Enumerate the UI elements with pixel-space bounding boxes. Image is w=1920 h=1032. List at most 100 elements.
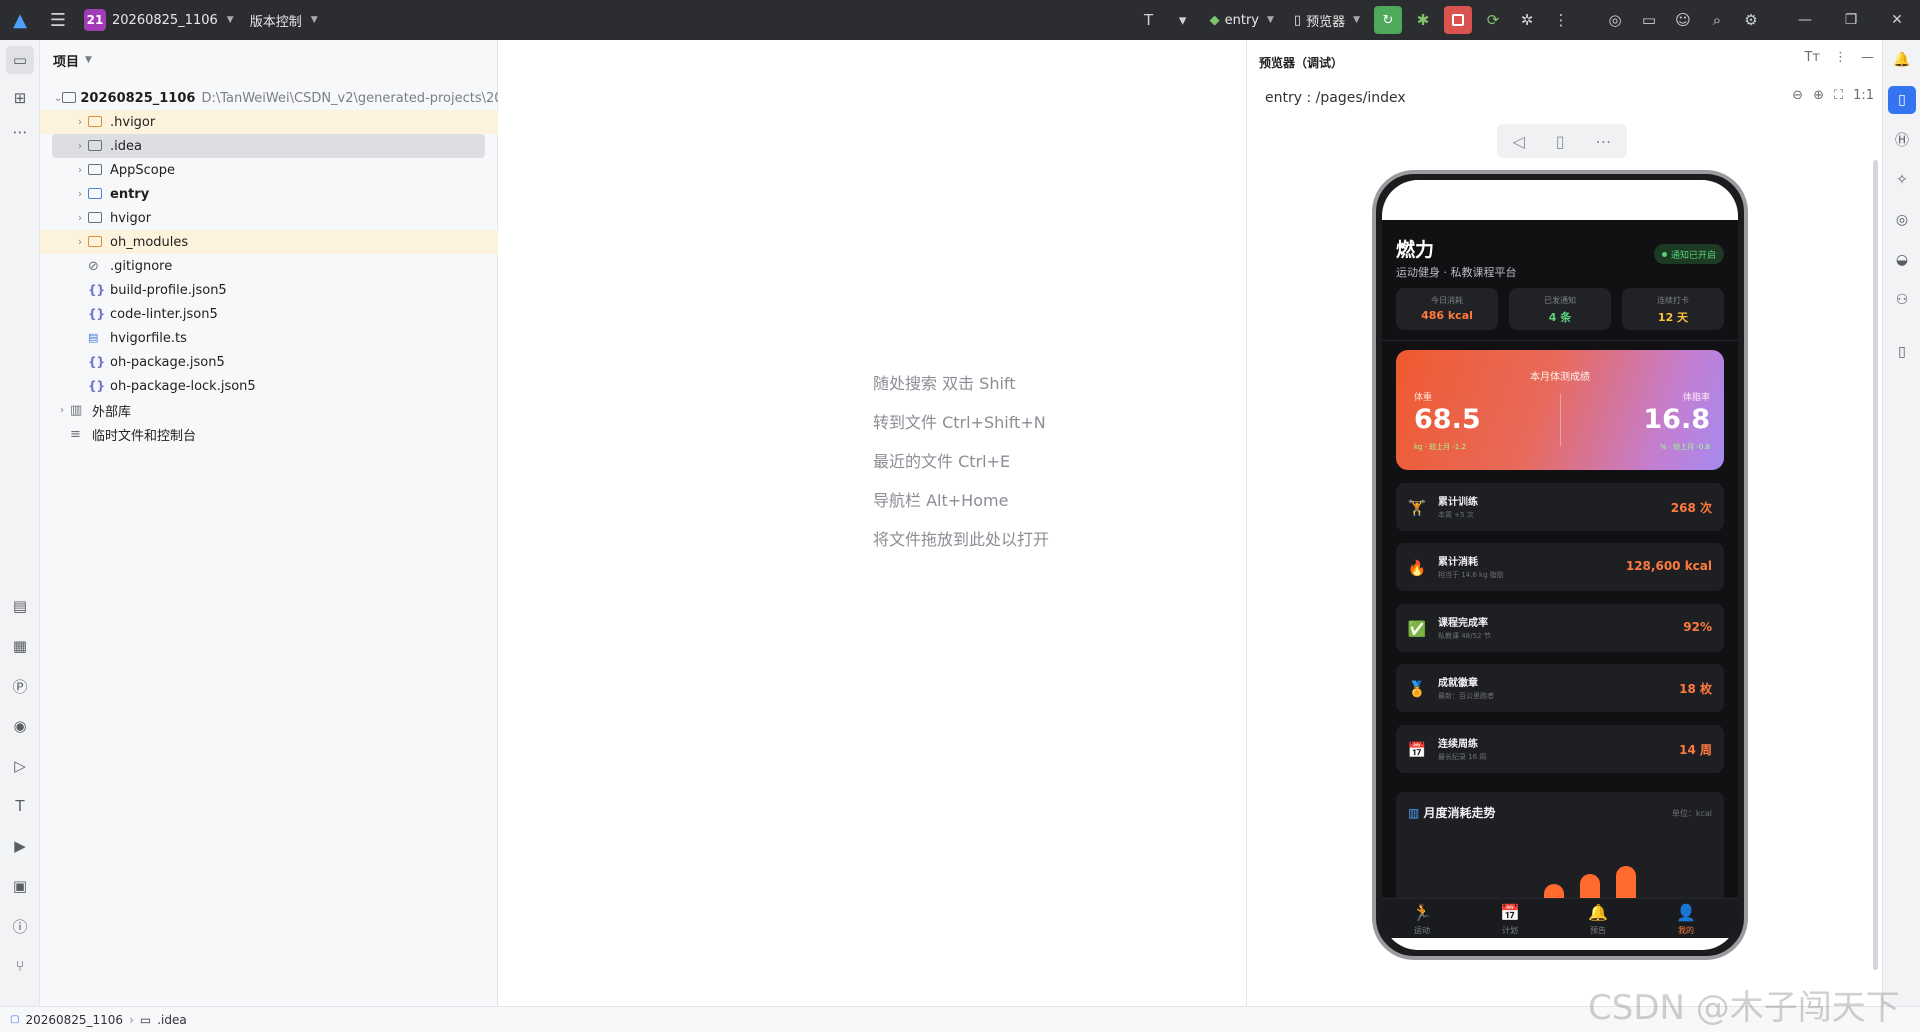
summary-row-weeks[interactable]: 📅 连续周练 最长纪录 16 周 14 周 <box>1396 725 1724 773</box>
tab-plan[interactable]: 📅 计划 <box>1470 903 1550 936</box>
table-icon[interactable]: ▦ <box>6 632 34 660</box>
inspect-icon[interactable]: ◉ <box>6 712 34 740</box>
ai-assistant-icon[interactable]: ✧ <box>1888 166 1916 194</box>
tree-item[interactable]: › entry <box>40 182 498 206</box>
project-panel-header[interactable]: 项目 ▼ <box>40 40 497 80</box>
target-icon[interactable]: ◎ <box>1598 0 1632 40</box>
format-icon[interactable]: T <box>1132 0 1166 40</box>
rotate-icon[interactable]: ▯ <box>1556 132 1565 151</box>
user-icon[interactable]: ☺ <box>1666 0 1700 40</box>
tree-item[interactable]: › hvigor <box>40 206 498 230</box>
font-size-icon[interactable]: Tт <box>1804 50 1820 65</box>
reload-icon[interactable]: ⟳ <box>1476 0 1510 40</box>
bug-icon[interactable]: ✲ <box>1510 0 1544 40</box>
restore-button[interactable]: ❐ <box>1828 0 1874 40</box>
robot-icon[interactable]: ⚇ <box>1888 286 1916 314</box>
vertical-scrollbar[interactable] <box>1873 160 1878 970</box>
terminal-icon[interactable]: ▣ <box>6 872 34 900</box>
editor-area <box>498 40 1246 1006</box>
app-subtitle: 运动健身 · 私教课程平台 <box>1396 266 1517 279</box>
summary-row-calories[interactable]: 🔥 累计消耗 相当于 14.6 kg 脂肪 128,600 kcal <box>1396 543 1724 591</box>
notification-icon[interactable]: 🔔 <box>1888 46 1916 74</box>
debug-icon[interactable]: ✱ <box>1406 0 1440 40</box>
project-switcher[interactable]: 21 20260825_1106 ▼ <box>76 6 242 34</box>
tab-mine[interactable]: 👤 我的 <box>1646 903 1726 936</box>
project-folder-icon[interactable]: ▭ <box>6 46 34 74</box>
tree-item[interactable]: › oh_modules <box>40 230 498 254</box>
run-config-selector[interactable]: ◆ entry ▼ <box>1200 0 1284 40</box>
zoom-in-icon[interactable]: ⊕ <box>1813 88 1824 103</box>
device-icon[interactable]: ▯ <box>1888 338 1916 366</box>
close-button[interactable]: ✕ <box>1874 0 1920 40</box>
more-icon[interactable]: ⋮ <box>1834 50 1847 65</box>
body-test-card[interactable]: 本月体测成绩 体重 68.5 kg · 较上月 -1.2 体脂率 16.8 % … <box>1396 350 1724 470</box>
tree-item[interactable]: › .idea <box>52 134 485 158</box>
scratch-icon: ≡ <box>70 427 81 442</box>
tree-item[interactable]: › .hvigor <box>40 110 498 134</box>
run-button[interactable]: ↻ <box>1374 6 1402 34</box>
vcs-menu[interactable]: 版本控制 ▼ <box>242 6 326 34</box>
row-subtitle: 相当于 14.6 kg 脂肪 <box>1438 571 1504 579</box>
minimize-icon[interactable]: — <box>1861 50 1874 65</box>
more-tools-icon[interactable]: ⋯ <box>6 118 34 146</box>
zoom-ratio[interactable]: 1:1 <box>1853 88 1874 103</box>
row-subtitle: 最长纪录 16 周 <box>1438 753 1487 761</box>
device-selector[interactable]: ▯ 预览器 ▼ <box>1284 0 1370 40</box>
json-file-icon: {} <box>88 379 106 393</box>
summary-row-badges[interactable]: 🏅 成就徽章 最新：百公里跑者 18 枚 <box>1396 664 1724 712</box>
filter-icon[interactable]: ▾ <box>1166 0 1200 40</box>
tree-scratches[interactable]: ≡ 临时文件和控制台 <box>40 422 498 446</box>
hint-recent-files: 最近的文件 Ctrl+E <box>873 452 1011 471</box>
build-icon[interactable]: T <box>6 792 34 820</box>
stat-card[interactable]: 今日消耗 486 kcal <box>1396 288 1498 330</box>
breadcrumb-project[interactable]: 20260825_1106 <box>25 1013 123 1027</box>
title-bar-actions: T ▾ ◆ entry ▼ ▯ 预览器 ▼ ↻ ✱ ⟳ ✲ ⋮ ◎ ▭ ☺ ⌕ … <box>1132 0 1920 40</box>
tree-root[interactable]: ⌄ 20260825_1106 D:\TanWeiWei\CSDN_v2\gen… <box>40 86 544 110</box>
tree-item[interactable]: {} oh-package-lock.json5 <box>40 374 498 398</box>
previewer-icon[interactable]: ▯ <box>1888 86 1916 114</box>
tab-label: 计划 <box>1502 926 1518 935</box>
run-tool-icon[interactable]: ▶ <box>6 832 34 860</box>
tab-sport[interactable]: 🏃 运动 <box>1382 903 1462 936</box>
tab-notice[interactable]: 🔔 预告 <box>1558 903 1638 936</box>
more-icon[interactable]: ⋮ <box>1544 0 1578 40</box>
stat-card[interactable]: 已发通知 4 条 <box>1509 288 1611 330</box>
more-icon[interactable]: ⋯ <box>1596 132 1612 151</box>
structure-icon[interactable]: ⊞ <box>6 84 34 112</box>
tree-item[interactable]: {} build-profile.json5 <box>40 278 498 302</box>
device-manager-icon[interactable]: ◎ <box>1888 206 1916 234</box>
main-menu-icon[interactable]: ☰ <box>40 0 76 40</box>
tree-item[interactable]: › AppScope <box>40 158 498 182</box>
problems-icon[interactable]: ⓘ <box>6 912 34 940</box>
stop-button[interactable] <box>1444 6 1472 34</box>
gear-icon[interactable]: ⚙ <box>1734 0 1768 40</box>
todo-icon[interactable]: ▤ <box>6 592 34 620</box>
back-icon[interactable]: ◁ <box>1512 132 1524 151</box>
breadcrumb-folder[interactable]: .idea <box>157 1013 187 1027</box>
app-logo-icon[interactable]: ▲ <box>0 0 40 40</box>
search-icon[interactable]: ⌕ <box>1700 0 1734 40</box>
summary-row-completion[interactable]: ✅ 课程完成率 私教课 48/52 节 92% <box>1396 604 1724 652</box>
notification-badge[interactable]: 通知已开启 <box>1653 244 1724 264</box>
tree-item-label: hvigorfile.ts <box>110 330 187 346</box>
zoom-out-icon[interactable]: ⊖ <box>1792 88 1803 103</box>
tree-item[interactable]: {} oh-package.json5 <box>40 350 498 374</box>
phone-screen: 燃力 运动健身 · 私教课程平台 通知已开启 今日消耗 486 kcal 已发通… <box>1382 180 1738 950</box>
fit-icon[interactable]: ⛶ <box>1834 88 1843 103</box>
tree-item[interactable]: {} code-linter.json5 <box>40 302 498 326</box>
stat-card[interactable]: 连续打卡 12 天 <box>1622 288 1724 330</box>
tree-item[interactable]: ▤ hvigorfile.ts <box>40 326 498 350</box>
json-file-icon: {} <box>88 355 106 369</box>
module-folder-icon <box>62 91 77 105</box>
profiler-icon[interactable]: Ⓟ <box>6 672 34 700</box>
tree-external-libs[interactable]: › ▥ 外部库 <box>40 398 498 422</box>
folder-icon[interactable]: ▭ <box>1632 0 1666 40</box>
database-icon[interactable]: ◒ <box>1888 246 1916 274</box>
hvigor-icon[interactable]: Ⓗ <box>1888 126 1916 154</box>
tree-item[interactable]: ⊘ .gitignore <box>40 254 498 278</box>
summary-row-training[interactable]: 🏋 累计训练 本周 +5 次 268 次 <box>1396 483 1724 531</box>
monthly-trend-card[interactable]: ▥ 月度消耗走势 单位：kcal <box>1396 792 1724 902</box>
services-icon[interactable]: ▷ <box>6 752 34 780</box>
git-icon[interactable]: ⑂ <box>6 952 34 980</box>
minimize-button[interactable]: — <box>1782 0 1828 40</box>
